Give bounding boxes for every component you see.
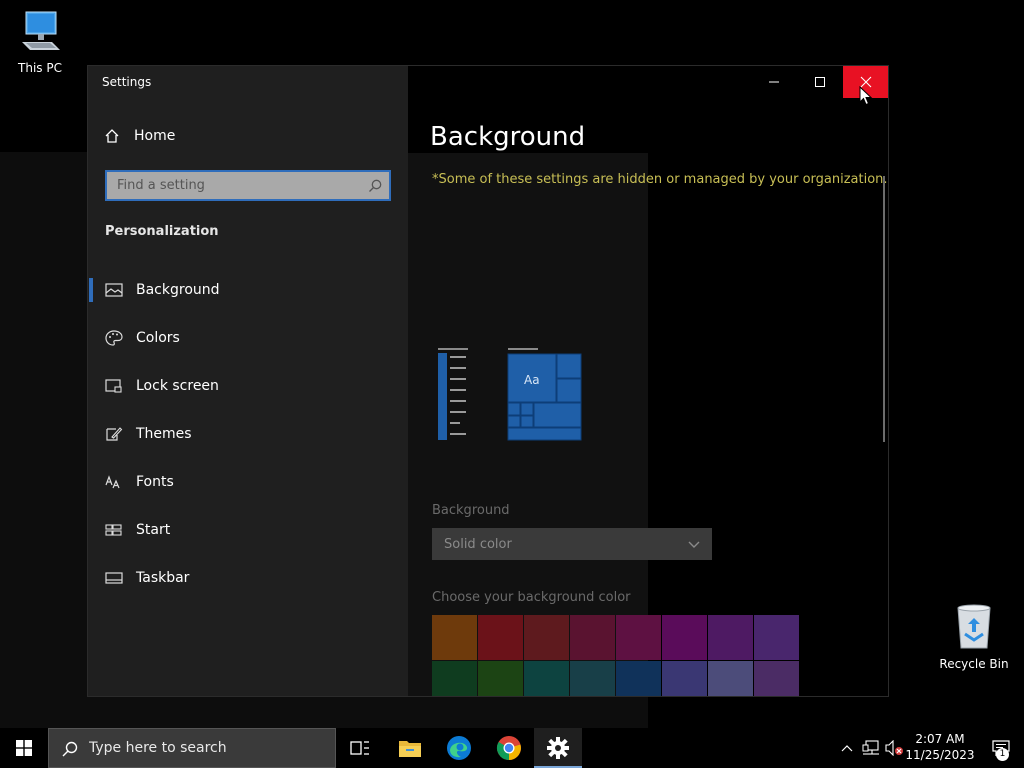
sidebar-item-label: Themes: [136, 426, 192, 442]
color-swatch[interactable]: [616, 615, 661, 660]
sidebar-item-fonts[interactable]: Fonts: [88, 458, 408, 506]
content-scrollbar[interactable]: [883, 176, 885, 442]
sidebar-item-start[interactable]: Start: [88, 506, 408, 554]
home-nav-item[interactable]: Home: [104, 128, 175, 144]
policy-notice: *Some of these settings are hidden or ma…: [432, 172, 888, 187]
sidebar-item-background[interactable]: Background: [88, 266, 408, 314]
home-icon: [105, 129, 119, 143]
chrome-icon: [496, 736, 521, 760]
color-swatch-grid: [432, 615, 799, 696]
taskbar-search-box[interactable]: [48, 728, 336, 768]
sidebar-item-colors[interactable]: Colors: [88, 314, 408, 362]
preview-sample-text: Aa: [524, 373, 540, 387]
color-swatch[interactable]: [570, 615, 615, 660]
background-preview: Aa: [438, 348, 582, 441]
file-explorer-icon: [399, 741, 421, 757]
start-button[interactable]: [0, 728, 48, 768]
minimize-button[interactable]: [751, 66, 797, 98]
sidebar-item-label: Taskbar: [136, 570, 190, 586]
task-view-button[interactable]: [336, 728, 384, 768]
taskbar-search-input[interactable]: [89, 740, 319, 756]
show-hidden-icons-button[interactable]: [838, 728, 856, 768]
recycle-bin-icon: [957, 604, 991, 649]
settings-search-box[interactable]: [105, 170, 391, 201]
settings-taskbar-button[interactable]: [534, 728, 582, 768]
search-icon: [62, 741, 78, 757]
network-icon: [862, 740, 879, 755]
maximize-icon: [815, 77, 825, 87]
network-button[interactable]: [860, 728, 882, 768]
edge-icon: [447, 736, 471, 760]
taskbar: 2:07 AM 11/25/2023 1: [0, 728, 1024, 768]
chrome-button[interactable]: [485, 728, 533, 768]
section-heading: Personalization: [105, 224, 219, 239]
home-label: Home: [134, 128, 176, 144]
edge-button[interactable]: [435, 728, 483, 768]
color-swatch[interactable]: [754, 661, 799, 696]
color-swatch[interactable]: [708, 661, 753, 696]
volume-muted-icon: [885, 740, 903, 756]
color-swatch[interactable]: [616, 661, 661, 696]
sidebar-item-themes[interactable]: Themes: [88, 410, 408, 458]
maximize-button[interactable]: [797, 66, 843, 98]
picture-icon: [105, 283, 123, 297]
mouse-cursor-icon: [859, 86, 873, 106]
background-label: Background: [432, 503, 510, 518]
chevron-up-icon: [841, 745, 853, 752]
color-picker-label: Choose your background color: [432, 590, 631, 605]
find-setting-input[interactable]: [117, 178, 357, 193]
file-explorer-button[interactable]: [386, 728, 434, 768]
desktop-icon-this-pc[interactable]: This PC: [2, 8, 78, 75]
computer-icon: [22, 11, 60, 50]
sidebar-item-label: Lock screen: [136, 378, 219, 394]
color-swatch[interactable]: [524, 661, 569, 696]
lock-screen-icon: [105, 379, 122, 393]
dropdown-value: Solid color: [444, 536, 512, 552]
fonts-icon: [105, 475, 120, 489]
personalization-nav: Background Colors Lock screen Themes Fon…: [88, 266, 408, 602]
settings-sidebar: Settings Home Personalization Background: [88, 66, 408, 696]
taskbar-clock[interactable]: 2:07 AM 11/25/2023: [905, 731, 975, 763]
settings-icon: [547, 737, 569, 759]
clock-time: 2:07 AM: [915, 732, 965, 746]
volume-button[interactable]: [884, 728, 906, 768]
color-swatch[interactable]: [662, 615, 707, 660]
task-view-icon: [350, 741, 369, 755]
sidebar-item-label: Start: [136, 522, 171, 538]
settings-window: Settings Home Personalization Background: [87, 65, 889, 697]
color-swatch[interactable]: [708, 615, 753, 660]
desktop-icon-label: Recycle Bin: [939, 657, 1009, 671]
sidebar-item-lock-screen[interactable]: Lock screen: [88, 362, 408, 410]
start-icon: [105, 524, 122, 536]
background-type-dropdown[interactable]: Solid color: [432, 528, 712, 560]
color-swatch[interactable]: [662, 661, 707, 696]
clock-date: 11/25/2023: [905, 748, 975, 762]
desktop-icon-recycle-bin[interactable]: Recycle Bin: [936, 600, 1012, 671]
sidebar-item-label: Fonts: [136, 474, 174, 490]
settings-content: Background *Some of these settings are h…: [408, 66, 888, 696]
color-swatch[interactable]: [570, 661, 615, 696]
color-swatch[interactable]: [432, 615, 477, 660]
color-swatch[interactable]: [524, 615, 569, 660]
taskbar-icon: [105, 572, 123, 584]
desktop-icon-label: This PC: [18, 61, 62, 75]
palette-icon: [105, 330, 123, 346]
color-swatch[interactable]: [478, 615, 523, 660]
page-title: Background: [430, 122, 586, 152]
sidebar-item-taskbar[interactable]: Taskbar: [88, 554, 408, 602]
windows-logo-icon: [16, 740, 32, 756]
sidebar-item-label: Background: [136, 282, 220, 298]
color-swatch[interactable]: [478, 661, 523, 696]
sidebar-item-label: Colors: [136, 330, 180, 346]
color-swatch[interactable]: [754, 615, 799, 660]
notification-count-badge: 1: [996, 748, 1009, 761]
chevron-down-icon: [688, 541, 700, 548]
color-swatch[interactable]: [432, 661, 477, 696]
search-icon[interactable]: [367, 178, 383, 194]
themes-icon: [106, 427, 123, 441]
window-title: Settings: [102, 75, 152, 89]
minimize-icon: [769, 81, 779, 83]
